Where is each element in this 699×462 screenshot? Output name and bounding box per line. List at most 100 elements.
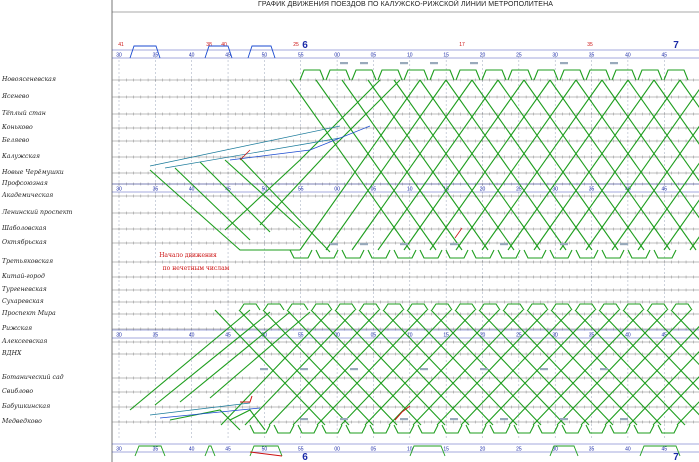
time-tick-label: 05 <box>371 447 377 453</box>
time-tick-label: 30 <box>116 53 122 59</box>
reserve-path <box>454 227 463 239</box>
train-path <box>532 309 644 426</box>
turnaround-top <box>431 303 453 311</box>
train-path <box>164 137 341 169</box>
turnaround-top <box>533 69 559 81</box>
path-label-mark <box>360 62 368 65</box>
hour-mark: 6 <box>302 452 308 462</box>
train-path <box>653 79 699 145</box>
train-path <box>224 79 381 231</box>
train-path <box>663 199 699 251</box>
depot-number: 25 <box>293 42 299 48</box>
time-tick-label: 20 <box>480 53 486 59</box>
turnaround-bottom <box>345 424 367 434</box>
turnaround-bottom <box>575 249 599 259</box>
turnaround-top <box>311 303 333 311</box>
train-path <box>292 309 404 426</box>
time-tick-label: 45 <box>225 447 231 453</box>
turnaround-bottom <box>445 249 469 259</box>
turnaround-top <box>611 69 637 81</box>
time-tick-label: 35 <box>153 333 159 339</box>
train-path <box>460 309 572 426</box>
turnaround-bottom <box>633 424 655 434</box>
train-path <box>358 309 470 426</box>
time-tick-label: 15 <box>443 447 449 453</box>
time-tick-label: 20 <box>480 447 486 453</box>
train-path <box>149 402 251 416</box>
time-tick-label: 35 <box>153 187 159 193</box>
time-tick-label: 25 <box>516 53 522 59</box>
train-graph: 30 35 40 45 50 55 00 05 10 15 20 25 30 35 40 45 30 35 40 45… <box>111 0 699 462</box>
time-tick-label: 20 <box>480 187 486 193</box>
train-path <box>580 309 692 426</box>
turnaround-bottom <box>627 249 651 259</box>
train-path <box>364 309 476 426</box>
turnaround-bottom <box>601 249 625 259</box>
train-path <box>556 309 668 426</box>
train-path <box>340 309 452 426</box>
depot-number: 35 <box>587 42 593 48</box>
train-path <box>259 79 401 226</box>
train-path <box>268 309 380 426</box>
train-path <box>238 309 350 426</box>
time-tick-label: 30 <box>552 187 558 193</box>
path-label-mark <box>470 62 478 65</box>
turnaround-top <box>503 303 525 311</box>
turnaround-bottom <box>657 424 679 434</box>
train-path <box>316 309 428 426</box>
train-path <box>604 325 699 426</box>
time-tick-label: 45 <box>661 447 667 453</box>
turnaround-top <box>527 303 549 311</box>
path-label-mark <box>560 62 568 65</box>
turnaround-bottom <box>471 249 495 259</box>
time-tick-label: 45 <box>661 53 667 59</box>
turnaround-top <box>377 69 403 81</box>
turnaround-bottom <box>465 424 487 434</box>
train-path <box>179 311 291 403</box>
turnaround-top <box>407 303 429 311</box>
time-tick-label: 05 <box>371 53 377 59</box>
path-label-mark <box>620 243 628 246</box>
train-path <box>382 309 494 426</box>
path-label-mark <box>330 243 338 246</box>
train-path <box>430 309 542 426</box>
annotation-line: Начало движения <box>159 252 217 259</box>
time-tick-label: 15 <box>443 53 449 59</box>
turnaround-bottom <box>561 424 583 434</box>
train-path <box>454 309 566 426</box>
time-tick-label: 00 <box>334 53 340 59</box>
turnaround-bottom <box>273 424 295 434</box>
hour-mark: 7 <box>673 452 679 462</box>
train-path <box>679 79 699 108</box>
path-label-mark <box>300 368 308 371</box>
time-tick-label: 35 <box>589 187 595 193</box>
turnaround-bottom <box>393 424 415 434</box>
time-tick-label: 05 <box>371 333 377 339</box>
turnaround-bottom <box>653 249 677 259</box>
turnaround-bottom <box>393 249 417 259</box>
path-label-mark <box>430 62 438 65</box>
path-label-mark <box>540 368 548 371</box>
time-tick-label: 25 <box>516 447 522 453</box>
turnaround-bottom <box>441 424 463 434</box>
turnaround-bottom <box>549 249 573 259</box>
turnaround-top <box>429 69 455 81</box>
turnaround-top <box>481 69 507 81</box>
turnaround-top <box>455 303 477 311</box>
turnaround-bottom <box>367 249 391 259</box>
path-label-mark <box>360 243 368 246</box>
turnaround-top <box>623 303 645 311</box>
train-path <box>169 409 241 431</box>
time-tick-label: 30 <box>116 187 122 193</box>
turnaround-bottom <box>315 249 339 259</box>
turnaround-bottom <box>249 424 271 434</box>
path-label-mark <box>400 418 408 421</box>
train-path <box>436 309 548 426</box>
path-label-mark <box>420 368 428 371</box>
path-label-mark <box>300 418 308 421</box>
turnaround-top <box>351 69 377 81</box>
time-tick-label: 00 <box>334 447 340 453</box>
path-label-mark <box>610 62 618 65</box>
time-tick-label: 55 <box>298 333 304 339</box>
time-tick-label: 55 <box>298 187 304 193</box>
